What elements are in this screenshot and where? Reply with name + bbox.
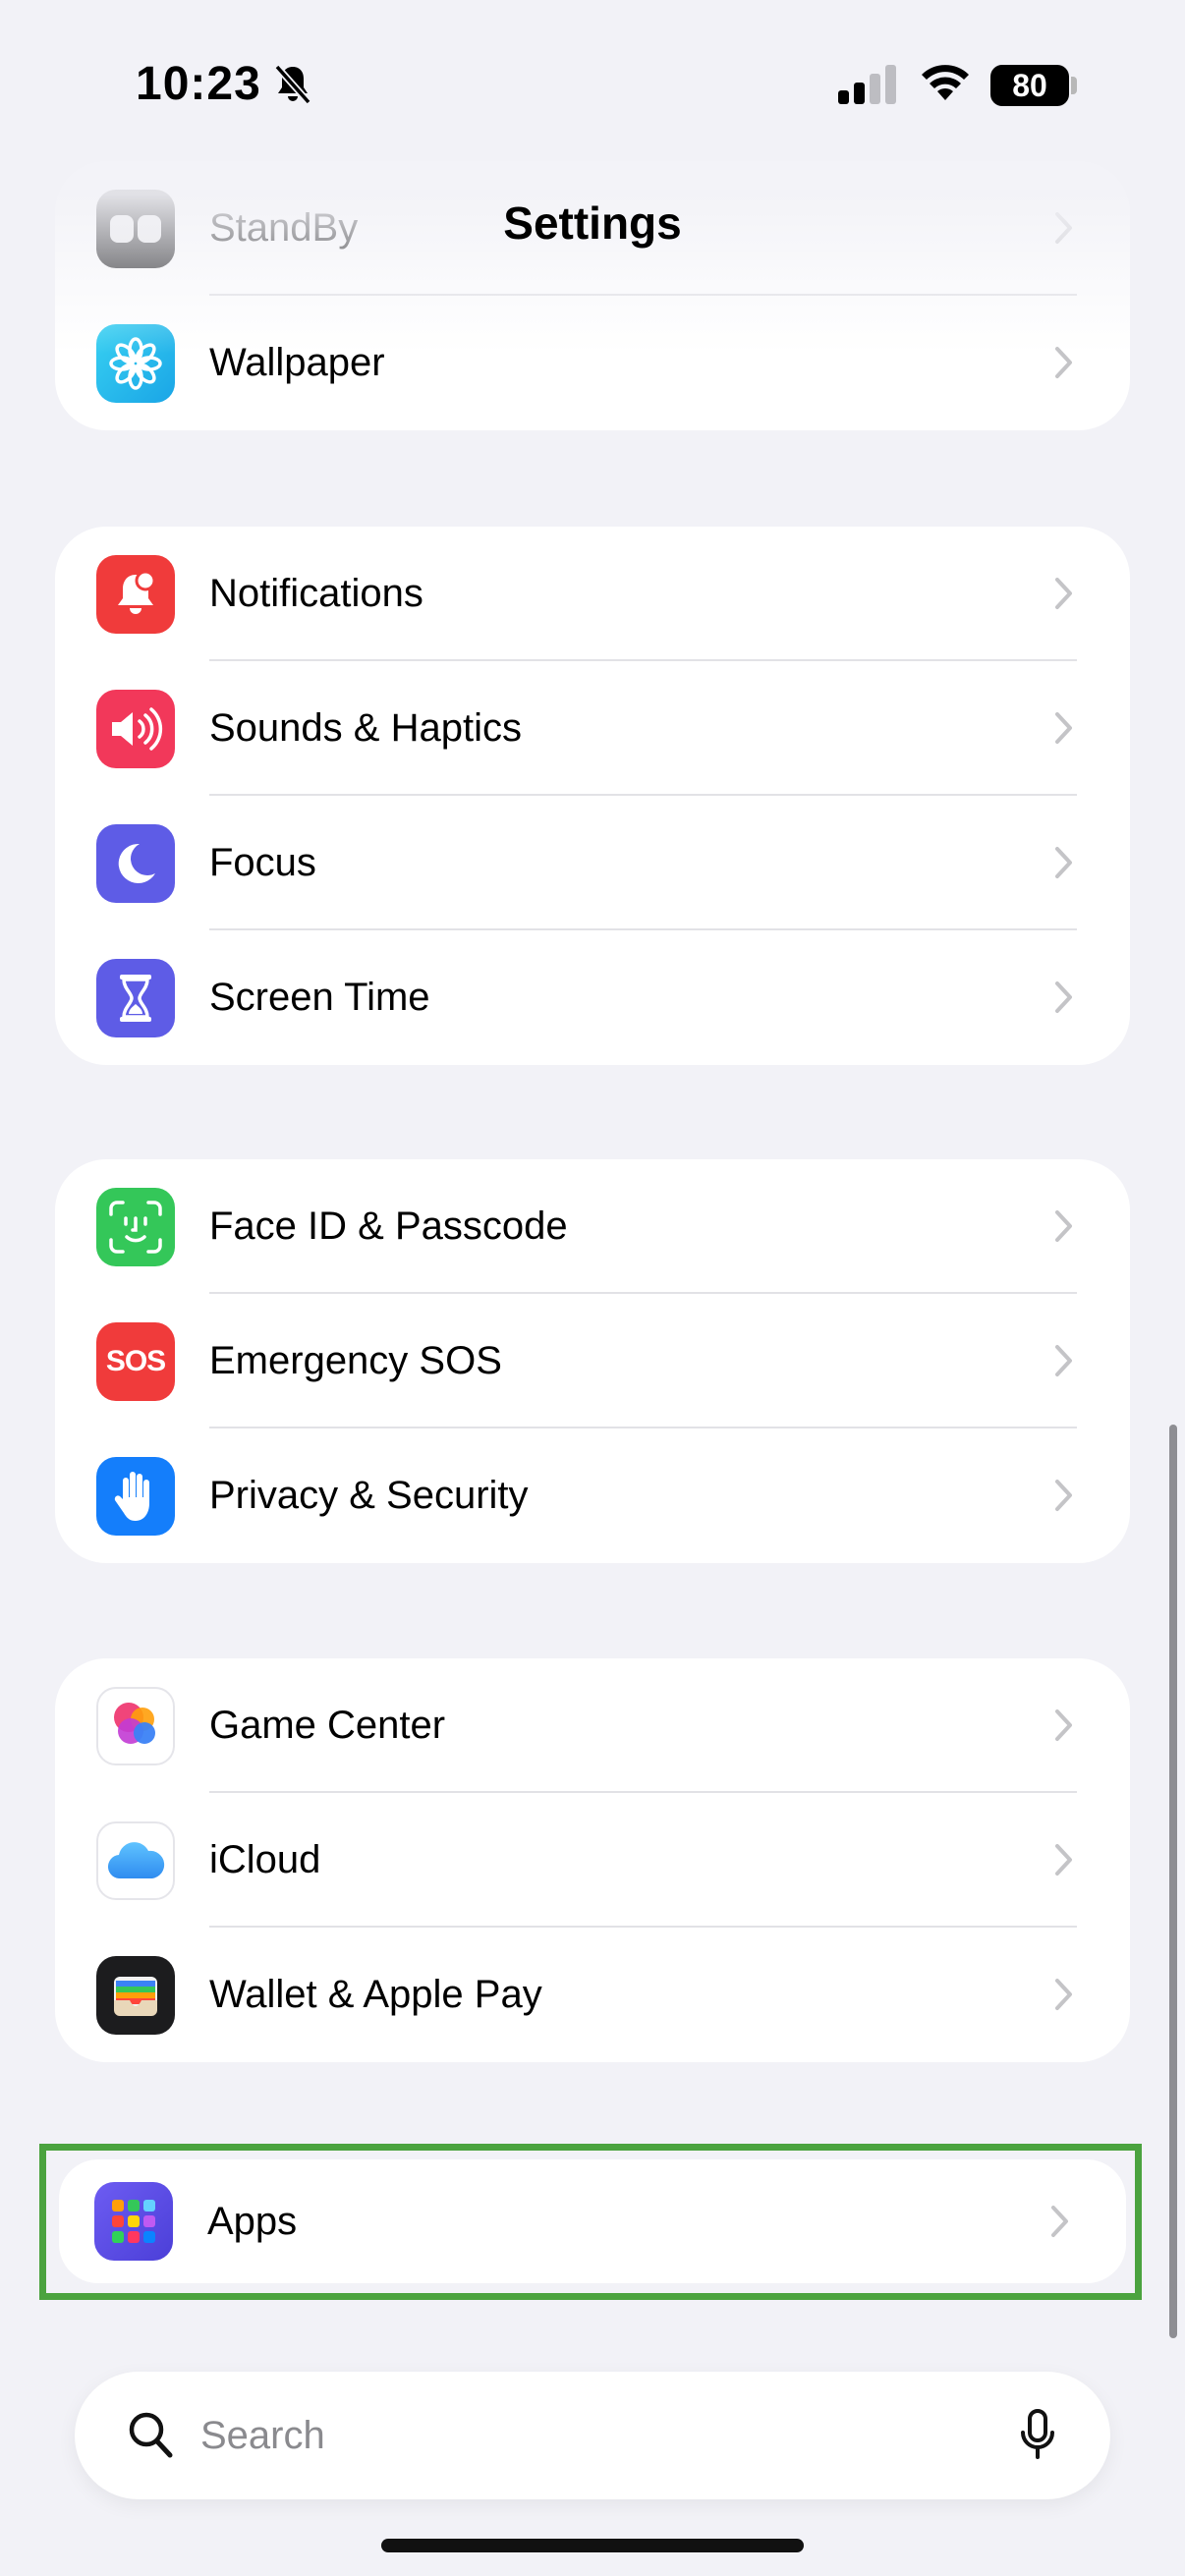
chevron-right-icon (1055, 1210, 1072, 1242)
sos-icon-text: SOS (105, 1345, 166, 1377)
chevron-right-icon (1055, 1480, 1072, 1511)
status-time: 10:23 (136, 58, 261, 110)
settings-item-label: Wallet & Apple Pay (209, 1973, 542, 2016)
settings-item-emergency-sos[interactable]: SOS Emergency SOS (55, 1294, 1130, 1428)
settings-item-label: Focus (209, 841, 316, 884)
settings-item-label: Emergency SOS (209, 1339, 502, 1382)
settings-item-label: Face ID & Passcode (209, 1204, 568, 1248)
settings-item-label: Game Center (209, 1704, 446, 1747)
settings-item-label: Wallpaper (209, 341, 385, 384)
chevron-right-icon (1055, 578, 1072, 609)
chevron-right-icon (1055, 347, 1072, 378)
chevron-right-icon (1055, 1844, 1072, 1876)
settings-item-wallpaper[interactable]: Wallpaper (55, 296, 1130, 430)
status-bar: 10:23 80 (0, 0, 1185, 177)
moon-icon (96, 824, 175, 903)
chevron-right-icon (1055, 1345, 1072, 1376)
wallet-icon (96, 1956, 175, 2035)
settings-item-label: Sounds & Haptics (209, 706, 522, 750)
search-placeholder: Search (200, 2414, 325, 2457)
settings-item-label: Screen Time (209, 976, 430, 1019)
chevron-right-icon (1055, 1979, 1072, 2010)
hourglass-icon (96, 959, 175, 1037)
search-icon (129, 2412, 173, 2458)
game-center-icon (96, 1687, 175, 1765)
settings-item-sounds-haptics[interactable]: Sounds & Haptics (55, 661, 1130, 796)
settings-item-label: iCloud (209, 1838, 321, 1881)
home-indicator[interactable] (381, 2539, 804, 2552)
settings-item-wallet[interactable]: Wallet & Apple Pay (55, 1928, 1130, 2062)
battery-nub (1071, 77, 1077, 94)
face-id-icon (96, 1188, 175, 1266)
notifications-icon (96, 555, 175, 634)
settings-group-accounts: Game Center iCloud Wallet & Apple Pay (55, 1658, 1130, 2062)
chevron-right-icon (1055, 712, 1072, 744)
scrollbar[interactable] (1169, 1425, 1177, 2338)
silent-mode-icon (274, 64, 311, 105)
settings-item-icloud[interactable]: iCloud (55, 1793, 1130, 1928)
settings-group-security: Face ID & Passcode SOS Emergency SOS Pri… (55, 1159, 1130, 1563)
settings-item-face-id[interactable]: Face ID & Passcode (55, 1159, 1130, 1294)
settings-item-screen-time[interactable]: Screen Time (55, 930, 1130, 1065)
cloud-icon (96, 1821, 175, 1900)
settings-item-focus[interactable]: Focus (55, 796, 1130, 930)
hand-icon (96, 1457, 175, 1536)
settings-item-label: Privacy & Security (209, 1474, 529, 1517)
page-title: Settings (503, 197, 682, 249)
sos-icon: SOS (96, 1322, 175, 1401)
settings-item-privacy-security[interactable]: Privacy & Security (55, 1428, 1130, 1563)
speaker-icon (96, 690, 175, 768)
wallpaper-icon (96, 324, 175, 403)
chevron-right-icon (1055, 847, 1072, 878)
chevron-right-icon (1055, 981, 1072, 1013)
microphone-icon[interactable] (1018, 2407, 1057, 2462)
settings-item-game-center[interactable]: Game Center (55, 1658, 1130, 1793)
wifi-icon (922, 65, 969, 100)
settings-item-notifications[interactable]: Notifications (55, 527, 1130, 661)
cellular-signal-icon (838, 65, 896, 104)
chevron-right-icon (1055, 1709, 1072, 1741)
search-field[interactable]: Search (75, 2372, 1110, 2499)
highlight-box (39, 2144, 1142, 2300)
battery-indicator: 80 (990, 65, 1069, 106)
settings-item-label: Notifications (209, 572, 423, 615)
settings-group-notifications: Notifications Sounds & Haptics Focus Scr… (55, 527, 1130, 1065)
